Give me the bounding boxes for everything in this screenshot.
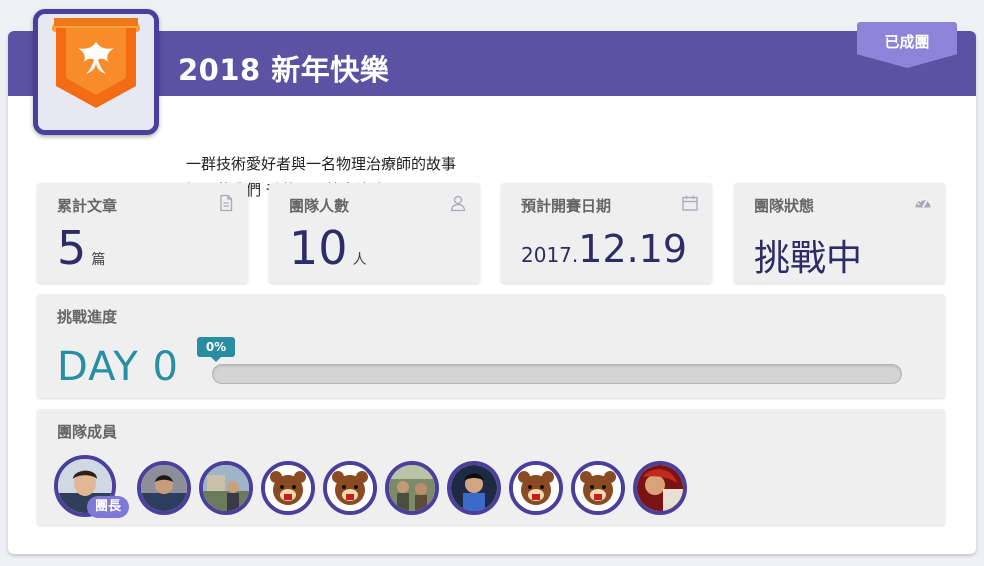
stat-label: 團隊人數 [289, 197, 350, 215]
progress-day: DAY 0 [57, 344, 179, 390]
member-photo-icon [203, 465, 249, 511]
team-title[interactable]: 2018 新年快樂 [178, 47, 389, 89]
team-members-label: 團隊成員 [57, 423, 118, 441]
team-badge [33, 9, 159, 135]
calendar-icon [682, 195, 698, 211]
bear-icon [513, 465, 559, 511]
stat-articles: 累計文章 5 篇 [37, 183, 248, 283]
stat-status: 團隊狀態 挑戰中 [734, 183, 945, 283]
articles-unit: 篇 [91, 252, 106, 268]
articles-count: 5 [57, 221, 87, 275]
user-icon [450, 195, 466, 212]
members-count: 10 [289, 221, 348, 275]
stat-value-row: 5 篇 [57, 221, 105, 275]
stat-label: 累計文章 [57, 197, 118, 215]
stat-label: 預計開賽日期 [521, 197, 612, 215]
member-avatar[interactable] [447, 461, 501, 515]
start-year: 2017. [521, 243, 579, 267]
member-photo-icon [637, 465, 683, 511]
progress-label: 挑戰進度 [57, 308, 118, 326]
member-photo-icon [451, 465, 497, 511]
members-unit: 人 [352, 252, 367, 268]
member-avatar[interactable] [633, 461, 687, 515]
progress-bar [212, 364, 902, 384]
member-avatar[interactable] [137, 461, 191, 515]
stat-label: 團隊狀態 [754, 197, 815, 215]
leader-badge: 團長 [87, 496, 129, 518]
stat-members: 團隊人數 10 人 [269, 183, 480, 283]
progress-percent-tip: 0% [197, 337, 235, 362]
start-month-day: 12.19 [578, 227, 688, 271]
member-photo-icon [141, 465, 187, 511]
dashboard-icon [915, 198, 931, 208]
status-value: 挑戰中 [754, 238, 863, 279]
member-avatar[interactable] [385, 461, 439, 515]
bear-icon [327, 465, 373, 511]
member-avatar[interactable] [509, 461, 563, 515]
member-avatar[interactable] [199, 461, 253, 515]
document-icon [220, 194, 233, 212]
team-description-line: 一群技術愛好者與一名物理治療師的故事 [186, 155, 457, 173]
member-avatar[interactable] [261, 461, 315, 515]
phoenix-emblem-icon [52, 18, 140, 108]
member-avatar[interactable] [571, 461, 625, 515]
stat-start-date: 預計開賽日期 2017.12.19 [501, 183, 712, 283]
member-avatar[interactable] [323, 461, 377, 515]
member-photo-icon [389, 465, 435, 511]
bear-icon [265, 465, 311, 511]
team-members-panel: 團隊成員 團長 [37, 409, 945, 525]
bear-icon [575, 465, 621, 511]
progress-panel: 挑戰進度 DAY 0 0% [37, 294, 945, 398]
stat-value-row: 2017.12.19 [521, 227, 687, 271]
stat-value-row: 10 人 [289, 221, 367, 275]
